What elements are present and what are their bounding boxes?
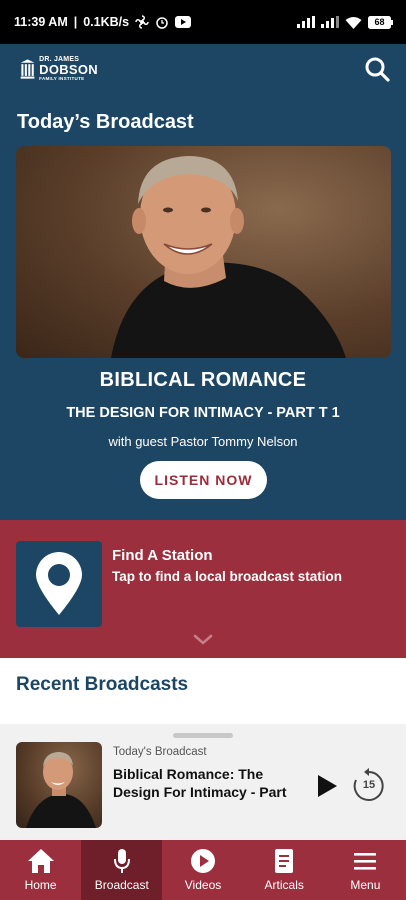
broadcast-subtitle: THE DESIGN FOR INTIMACY - PART T 1 [66, 405, 340, 421]
status-time: 11:39 AM [14, 15, 68, 29]
player-thumbnail[interactable] [16, 742, 102, 828]
broadcast-title: BIBLICAL ROMANCE [99, 369, 307, 391]
nav-articles[interactable]: Articals [244, 840, 325, 900]
mini-player[interactable]: Today's Broadcast Biblical Romance: The … [0, 724, 406, 840]
nav-articles-label: Articals [264, 878, 304, 892]
replay-15-button[interactable]: 15 [351, 768, 387, 804]
signal-icon [297, 16, 315, 28]
home-icon [27, 848, 55, 874]
find-station-banner[interactable]: Find A Station Tap to find a local broad… [0, 520, 406, 658]
status-left: 11:39 AM | 0.1KB/s [14, 15, 192, 29]
station-title: Find A Station [112, 547, 213, 564]
recent-broadcasts-title: Recent Broadcasts [16, 674, 189, 695]
status-bar: 11:39 AM | 0.1KB/s 68 [0, 0, 406, 44]
bottom-navigation: Home Broadcast Videos Articals Menu [0, 840, 406, 900]
status-right: 68 [297, 15, 394, 29]
location-pin-icon [36, 552, 82, 615]
player-label: Today's Broadcast [113, 746, 207, 758]
recent-broadcasts-section: Recent Broadcasts [0, 658, 406, 708]
play-button[interactable] [313, 772, 341, 800]
todays-broadcast-title: Today’s Broadcast [17, 111, 194, 133]
broadcast-guest-photo[interactable] [16, 146, 391, 358]
player-thumb-portrait [26, 752, 96, 828]
player-title: Biblical Romance: The Design For Intimac… [113, 766, 287, 800]
fan-icon [135, 15, 149, 29]
station-description: Tap to find a local broadcast station [112, 569, 343, 584]
app-logo[interactable]: DR. JAMES DOBSON FAMILY INSTITUTE [20, 50, 98, 88]
battery-icon: 68 [368, 15, 394, 29]
search-icon [365, 57, 390, 82]
document-icon [274, 848, 294, 874]
wifi-icon [345, 16, 362, 29]
nav-broadcast-label: Broadcast [94, 878, 149, 892]
hamburger-icon [354, 848, 377, 874]
hero-section: DR. JAMES DOBSON FAMILY INSTITUTE Today’… [0, 44, 406, 520]
logo-text: DR. JAMES DOBSON FAMILY INSTITUTE [39, 56, 98, 82]
youtube-icon [175, 16, 192, 28]
nav-menu[interactable]: Menu [325, 840, 406, 900]
battery-level: 68 [374, 16, 385, 27]
play-icon [318, 775, 337, 797]
listen-now-button[interactable]: LISTEN NOW [140, 461, 267, 499]
chevron-down-icon[interactable] [193, 634, 213, 646]
nav-videos-label: Videos [184, 878, 222, 892]
logo-line2: DOBSON [39, 62, 98, 78]
columns-logo-icon [20, 59, 35, 79]
guest-portrait [111, 156, 346, 358]
play-circle-icon [190, 848, 216, 874]
search-button[interactable] [362, 54, 392, 84]
nav-home-label: Home [24, 878, 57, 892]
player-drag-handle[interactable] [173, 733, 233, 738]
status-divider: | [73, 15, 78, 29]
nav-videos[interactable]: Videos [162, 840, 243, 900]
nav-home[interactable]: Home [0, 840, 81, 900]
station-icon-box [16, 541, 102, 627]
alarm-icon [155, 15, 169, 29]
nav-broadcast[interactable]: Broadcast [81, 840, 163, 900]
signal-icon-2 [321, 16, 339, 28]
status-speed: 0.1KB/s [83, 15, 130, 29]
logo-line3: FAMILY INSTITUTE [39, 76, 85, 82]
nav-menu-label: Menu [350, 878, 381, 892]
microphone-icon [113, 848, 131, 874]
broadcast-guest: with guest Pastor Tommy Nelson [108, 434, 298, 449]
replay-seconds: 15 [362, 779, 376, 791]
